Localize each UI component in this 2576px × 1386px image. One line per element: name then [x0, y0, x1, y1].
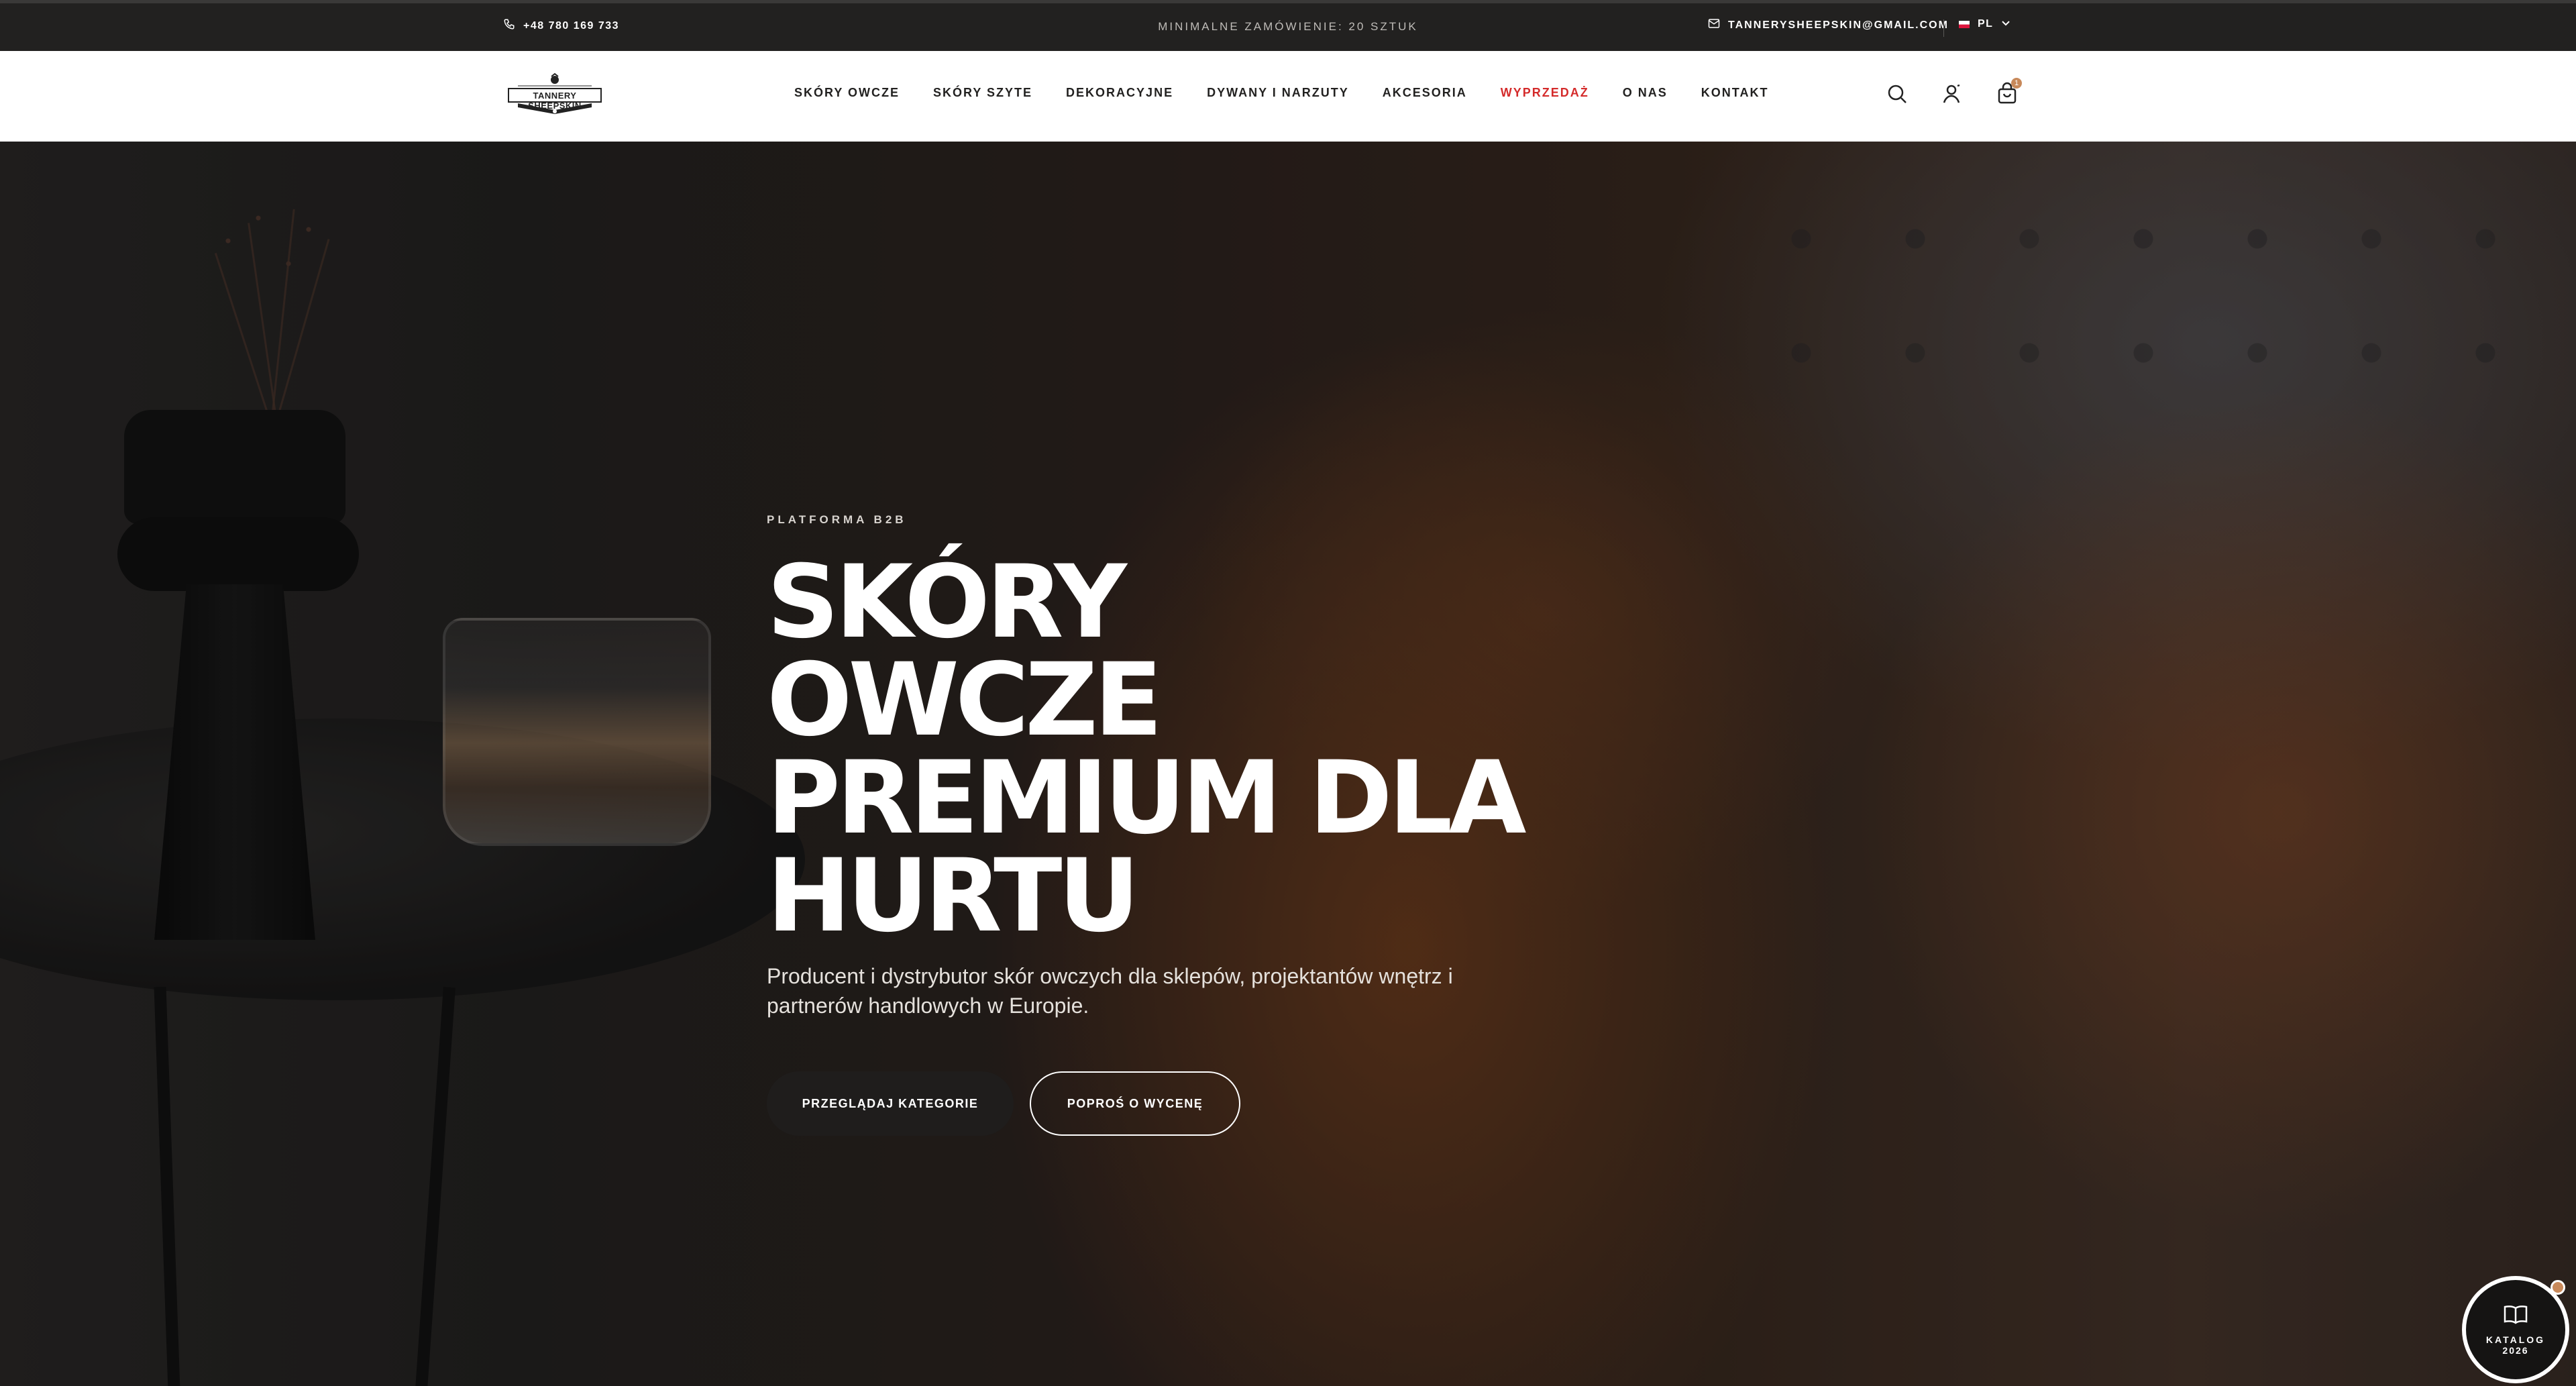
book-icon: [2502, 1304, 2529, 1329]
top-bar: +48 780 169 733 MINIMALNE ZAMÓWIENIE: 20…: [0, 0, 2576, 51]
email-address: TANNERYSHEEPSKIN@GMAIL.COM: [1728, 19, 1949, 31]
nav-item-dekoracyjne[interactable]: DEKORACYJNE: [1066, 86, 1173, 100]
cart-icon[interactable]: 1: [1995, 78, 2022, 106]
catalog-button[interactable]: KATALOG 2026: [2462, 1276, 2569, 1383]
chevron-down-icon: [2001, 18, 2010, 30]
nav-item-skory-szyte[interactable]: SKÓRY SZYTE: [933, 86, 1032, 100]
nav-item-akcesoria[interactable]: AKCESORIA: [1383, 86, 1467, 100]
nav-item-dywany-i-narzuty[interactable]: DYWANY I NARZUTY: [1207, 86, 1349, 100]
mail-icon: [1708, 18, 1720, 32]
nav-item-kontakt[interactable]: KONTAKT: [1701, 86, 1769, 100]
hero-subtitle: Producent i dystrybutor skór owczych dla…: [767, 964, 1453, 1018]
tannery-sheepskin-logo[interactable]: TANNERY SHEEPSKIN: [504, 71, 605, 118]
header-actions: 1: [1885, 78, 2022, 106]
catalog-label: KATALOG: [2485, 1334, 2546, 1345]
email-link[interactable]: TANNERYSHEEPSKIN@GMAIL.COM: [1708, 18, 1949, 32]
nav-item-o-nas[interactable]: O NAS: [1623, 86, 1668, 100]
nav-item-wyprzedaz[interactable]: WYPRZEDAŻ: [1501, 86, 1589, 100]
main-navigation: SKÓRY OWCZE SKÓRY SZYTE DEKORACYJNE DYWA…: [794, 86, 1802, 100]
main-header: TANNERY SHEEPSKIN SKÓRY OWCZE SKÓRY SZYT…: [0, 51, 2576, 142]
nav-item-skory-owcze[interactable]: SKÓRY OWCZE: [794, 86, 900, 100]
hero-title: SKÓRY OWCZE PREMIUM DLA HURTU: [767, 544, 1526, 955]
logo-wordmark: TANNERY SHEEPSKIN: [528, 91, 582, 111]
language-code: PL: [1978, 18, 1994, 30]
user-icon[interactable]: [1940, 82, 1964, 106]
catalog-notification-dot: [2551, 1280, 2565, 1295]
poland-flag-icon: [1959, 20, 1970, 28]
hero-eyebrow: PLATFORMA B2B: [767, 513, 907, 526]
hero-content: PLATFORMA B2B SKÓRY OWCZE PREMIUM DLA HU…: [767, 513, 1572, 1136]
hero-buttons: PRZEGLĄDAJ KATEGORIE POPROŚ O WYCENĘ: [767, 1071, 1572, 1136]
minimum-order-notice: MINIMALNE ZAMÓWIENIE: 20 SZTUK: [1158, 20, 1418, 33]
language-selector[interactable]: PL: [1959, 18, 2010, 30]
cart-count-badge: 1: [2011, 78, 2022, 89]
search-icon[interactable]: [1885, 82, 1909, 106]
request-quote-button[interactable]: POPROŚ O WYCENĘ: [1030, 1071, 1240, 1136]
browse-categories-button[interactable]: PRZEGLĄDAJ KATEGORIE: [767, 1071, 1014, 1136]
topbar-divider: [1943, 19, 1944, 37]
catalog-year: 2026: [2502, 1344, 2529, 1356]
hero-section: PLATFORMA B2B SKÓRY OWCZE PREMIUM DLA HU…: [0, 142, 2576, 1386]
